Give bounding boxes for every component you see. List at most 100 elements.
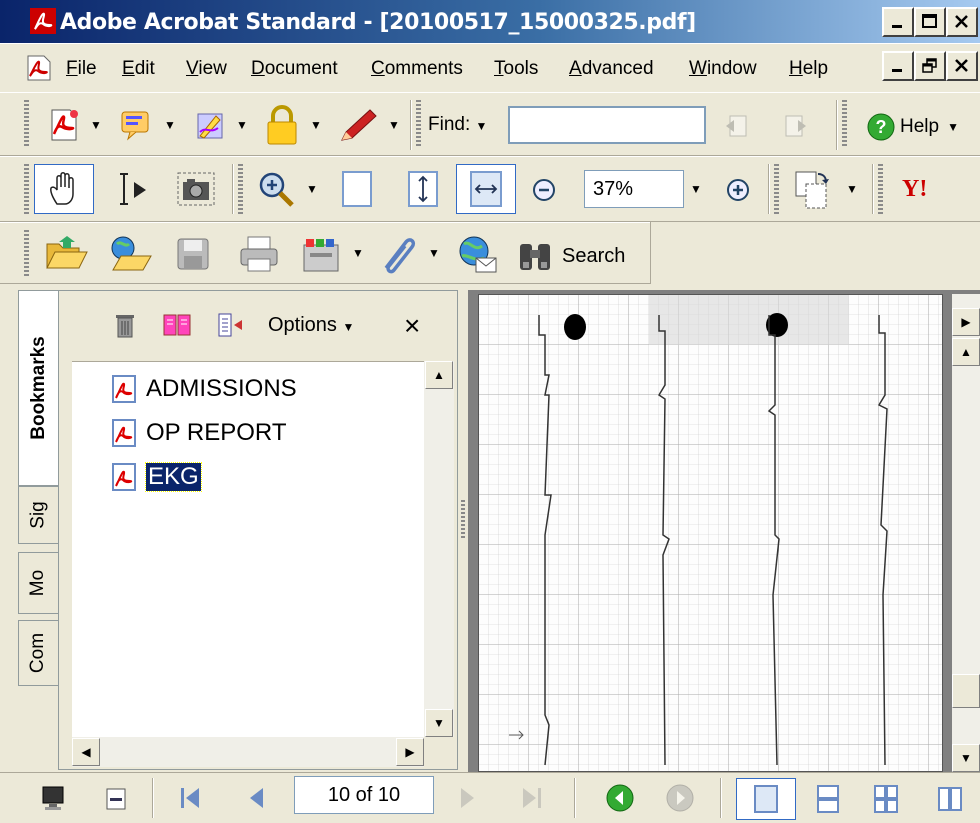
save-button[interactable] [168,230,218,278]
page-number-field[interactable]: 10 of 10 [294,776,434,814]
bookmark-item-selected[interactable]: EKG [110,462,202,492]
facing-view-button[interactable] [930,780,970,818]
menu-view[interactable]: View [186,58,227,80]
print-button[interactable] [232,230,286,278]
toolbar-grip[interactable] [416,100,421,148]
tab-comments[interactable]: Com [18,620,58,686]
page-size-button[interactable] [98,782,134,816]
attach-dropdown[interactable]: ▼ [428,246,440,260]
menu-comments[interactable]: Comments [371,58,463,80]
search-button[interactable]: Search [516,240,625,272]
sign-dropdown[interactable]: ▼ [236,118,248,132]
panel-splitter[interactable] [458,290,468,772]
rotate-view-dropdown[interactable]: ▼ [846,182,858,196]
menu-advanced[interactable]: Advanced [569,58,654,80]
zoom-input[interactable] [584,170,684,208]
scroll-down-arrow-icon[interactable]: ▼ [425,709,453,737]
toolbar-grip[interactable] [842,100,847,148]
new-bookmark-button[interactable] [160,308,194,342]
hand-tool-button[interactable] [34,164,94,214]
tab-model-tree[interactable]: Mo [18,552,58,614]
options-menu-button[interactable]: Options ▼ [268,314,354,337]
tab-bookmarks[interactable]: Bookmarks [18,290,58,486]
file-cabinet-dropdown[interactable]: ▼ [352,246,364,260]
menu-help[interactable]: Help [789,58,828,80]
scroll-up-arrow-icon[interactable]: ▲ [952,338,980,366]
zoom-in-button[interactable] [722,174,754,206]
open-button[interactable] [40,230,94,278]
secure-button[interactable] [258,102,306,148]
doc-minimize-button[interactable] [882,51,914,81]
close-button[interactable] [946,7,978,37]
scroll-up-arrow-icon[interactable]: ▲ [425,361,453,389]
bookmark-item[interactable]: OP REPORT [110,418,286,448]
fit-page-button[interactable] [400,166,446,212]
help-button[interactable]: ? Help ▼ [866,112,959,142]
menu-edit[interactable]: Edit [122,58,155,80]
toolbar-grip[interactable] [878,164,883,214]
tab-signatures[interactable]: Sig [18,486,58,544]
find-previous-button[interactable] [716,106,756,146]
last-page-button[interactable] [512,780,552,816]
find-input[interactable] [508,106,706,144]
organizer-button[interactable] [104,230,158,278]
next-page-button[interactable] [448,780,488,816]
comment-button[interactable] [112,104,160,146]
sign-pen-button[interactable] [332,104,384,146]
attach-button[interactable] [370,230,424,278]
email-button[interactable] [450,230,504,278]
bookmark-item[interactable]: ADMISSIONS [110,374,297,404]
actual-size-button[interactable] [334,166,380,212]
menu-document[interactable]: Document [251,58,338,80]
zoom-out-button[interactable] [528,174,560,206]
zoom-tool-button[interactable] [252,166,300,212]
toolbar-grip[interactable] [24,100,29,148]
expand-bookmark-button[interactable] [214,308,248,342]
doc-restore-button[interactable] [914,51,946,81]
yahoo-icon[interactable]: Y! [902,176,927,203]
snapshot-tool-button[interactable] [168,164,224,214]
rotate-view-button[interactable] [788,164,836,214]
go-forward-button[interactable] [660,780,700,816]
toolbar-grip[interactable] [24,164,29,214]
single-page-view-button[interactable] [736,778,796,820]
find-label[interactable]: Find: ▼ [428,114,487,136]
zoom-tool-dropdown[interactable]: ▼ [306,182,318,196]
menu-file[interactable]: File [66,58,97,80]
continuous-facing-view-button[interactable] [866,780,906,818]
find-next-button[interactable] [776,106,816,146]
scroll-thumb[interactable] [952,674,980,708]
go-back-button[interactable] [600,780,640,816]
scroll-left-arrow-icon[interactable]: ◀ [72,738,100,766]
sign-pen-dropdown[interactable]: ▼ [388,118,400,132]
select-tool-button[interactable] [104,164,160,214]
scroll-down-arrow-icon[interactable]: ▼ [952,744,980,772]
email-attach-button[interactable] [294,230,348,278]
document-page-ekg[interactable] [478,294,943,772]
first-page-button[interactable] [170,780,210,816]
toolbar-grip[interactable] [24,230,29,276]
minimize-button[interactable] [882,7,914,37]
split-arrow-icon[interactable]: ▶ [952,308,980,336]
previous-page-button[interactable] [236,780,276,816]
scroll-right-arrow-icon[interactable]: ▶ [396,738,424,766]
bookmark-hscrollbar[interactable]: ◀ ▶ [72,737,424,767]
create-pdf-dropdown[interactable]: ▼ [90,118,102,132]
continuous-view-button[interactable] [808,780,848,818]
doc-close-button[interactable] [946,51,978,81]
fullscreen-button[interactable] [34,780,72,816]
panel-close-icon[interactable]: × [404,310,420,342]
title-bar[interactable]: Adobe Acrobat Standard - [20100517_15000… [0,0,980,44]
toolbar-grip[interactable] [774,164,779,214]
document-vscrollbar[interactable]: ▶ ▲ ▼ [952,294,980,772]
maximize-button[interactable] [914,7,946,37]
bookmark-vscrollbar[interactable]: ▲ ▼ [424,361,454,737]
comment-dropdown[interactable]: ▼ [164,118,176,132]
delete-bookmark-button[interactable] [110,308,140,342]
secure-dropdown[interactable]: ▼ [310,118,322,132]
toolbar-grip[interactable] [238,164,243,214]
menu-tools[interactable]: Tools [494,58,538,80]
menu-window[interactable]: Window [689,58,757,80]
zoom-dropdown[interactable]: ▼ [690,182,702,196]
create-pdf-button[interactable] [40,104,88,146]
